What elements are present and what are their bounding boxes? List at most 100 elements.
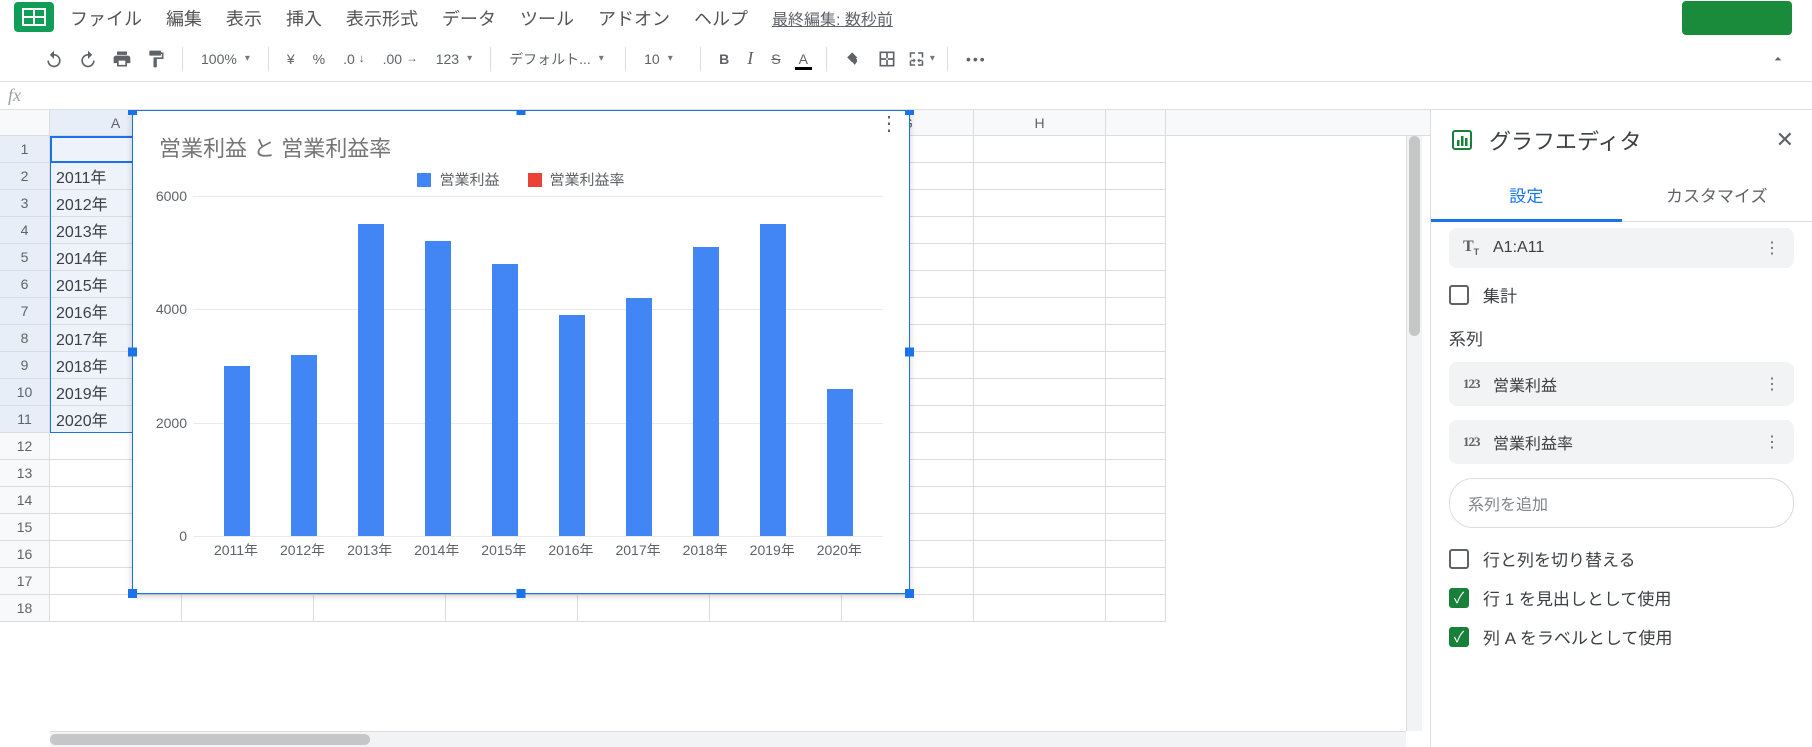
menu-edit[interactable]: 編集 [166,5,202,31]
resize-handle[interactable] [517,110,526,115]
cell[interactable] [1106,460,1166,487]
tab-customize[interactable]: カスタマイズ [1622,170,1812,221]
inc-decimals-button[interactable]: .00→ [377,51,424,67]
series-chip[interactable]: 123 営業利益率 ⋮ [1449,420,1794,464]
row-header[interactable]: 14 [0,487,50,514]
cell[interactable] [974,190,1106,217]
row-header[interactable]: 4 [0,217,50,244]
row-header[interactable]: 5 [0,244,50,271]
resize-handle[interactable] [905,348,914,357]
row-header[interactable]: 7 [0,298,50,325]
row-header[interactable]: 16 [0,541,50,568]
cell[interactable] [974,136,1106,163]
scrollbar-thumb[interactable] [1409,136,1420,336]
last-edit-link[interactable]: 最終編集: 数秒前 [772,6,893,30]
scrollbar-thumb[interactable] [50,734,370,745]
chip-menu-icon[interactable]: ⋮ [1764,374,1780,394]
tab-settings[interactable]: 設定 [1431,170,1622,222]
cell[interactable] [578,595,710,622]
menu-insert[interactable]: 挿入 [286,5,322,31]
row-header[interactable]: 6 [0,271,50,298]
switch-rowcol-checkbox[interactable] [1449,549,1469,569]
chip-menu-icon[interactable]: ⋮ [1764,432,1780,452]
cell[interactable] [1106,244,1166,271]
menu-file[interactable]: ファイル [70,5,142,31]
cell[interactable] [1106,325,1166,352]
cell[interactable] [974,514,1106,541]
resize-handle[interactable] [517,589,526,598]
add-series-button[interactable]: 系列を追加 [1449,478,1794,528]
cell[interactable] [1106,595,1166,622]
cell[interactable] [974,379,1106,406]
cell[interactable] [974,325,1106,352]
row1-header-checkbox[interactable]: ✓ [1449,588,1469,608]
cell[interactable] [1106,568,1166,595]
cell[interactable] [1106,298,1166,325]
cell[interactable] [974,163,1106,190]
print-icon[interactable] [108,45,136,73]
undo-icon[interactable] [40,45,68,73]
row-header[interactable]: 10 [0,379,50,406]
resize-handle[interactable] [128,348,137,357]
resize-handle[interactable] [128,110,137,115]
cell[interactable] [1106,217,1166,244]
cell[interactable] [974,271,1106,298]
cell[interactable] [974,298,1106,325]
horizontal-scrollbar[interactable] [50,731,1406,747]
cell[interactable] [842,595,974,622]
cell[interactable] [1106,352,1166,379]
sheets-logo[interactable] [14,2,54,32]
row-header[interactable]: 2 [0,163,50,190]
colA-labels-checkbox[interactable]: ✓ [1449,627,1469,647]
column-header[interactable]: H [974,110,1106,135]
resize-handle[interactable] [905,589,914,598]
dec-decimals-button[interactable]: .0↓ [337,51,371,67]
row-header[interactable]: 13 [0,460,50,487]
cell[interactable] [1106,190,1166,217]
cell[interactable] [1106,433,1166,460]
menu-addons[interactable]: アドオン [598,5,670,31]
collapse-toolbar-icon[interactable] [1764,45,1792,73]
cell[interactable] [314,595,446,622]
font-size-dropdown[interactable]: 10 [638,51,688,67]
font-dropdown[interactable]: デフォルト... [503,49,613,69]
cell[interactable] [1106,406,1166,433]
cell[interactable] [1106,379,1166,406]
row-header[interactable]: 8 [0,325,50,352]
select-all-corner[interactable] [0,110,50,135]
currency-button[interactable]: ¥ [281,51,301,67]
cell[interactable] [974,406,1106,433]
spreadsheet-grid[interactable]: ABCDEFGH 123456789101112131415161718 201… [0,110,1430,747]
row-header[interactable]: 3 [0,190,50,217]
data-range-chip[interactable]: TT A1:A11 ⋮ [1449,228,1794,268]
italic-button[interactable]: I [741,48,759,69]
paint-format-icon[interactable] [142,45,170,73]
row-header[interactable]: 17 [0,568,50,595]
row-header[interactable]: 1 [0,136,50,163]
chart-menu-icon[interactable]: ⋮ [879,121,899,127]
cell[interactable] [710,595,842,622]
cell[interactable] [1106,541,1166,568]
fill-color-icon[interactable] [839,45,867,73]
formula-bar[interactable]: fx [0,82,1812,110]
menu-data[interactable]: データ [442,5,496,31]
cell[interactable] [974,487,1106,514]
cell[interactable] [974,595,1106,622]
menu-view[interactable]: 表示 [226,5,262,31]
zoom-dropdown[interactable]: 100% [195,51,256,67]
cell[interactable] [50,595,182,622]
percent-button[interactable]: % [307,51,331,67]
cell[interactable] [974,568,1106,595]
cell[interactable] [1106,163,1166,190]
row-header[interactable]: 18 [0,595,50,622]
strike-button[interactable]: S [765,51,786,67]
redo-icon[interactable] [74,45,102,73]
borders-icon[interactable] [873,45,901,73]
vertical-scrollbar[interactable] [1406,136,1422,731]
bold-button[interactable]: B [713,51,735,67]
cell[interactable] [446,595,578,622]
chart-object[interactable]: ⋮ 営業利益 と 営業利益率 営業利益 営業利益率 0200040006000 … [132,110,910,594]
share-button[interactable] [1682,1,1792,35]
series-chip[interactable]: 123 営業利益 ⋮ [1449,362,1794,406]
more-toolbar-button[interactable]: ••• [960,51,993,67]
